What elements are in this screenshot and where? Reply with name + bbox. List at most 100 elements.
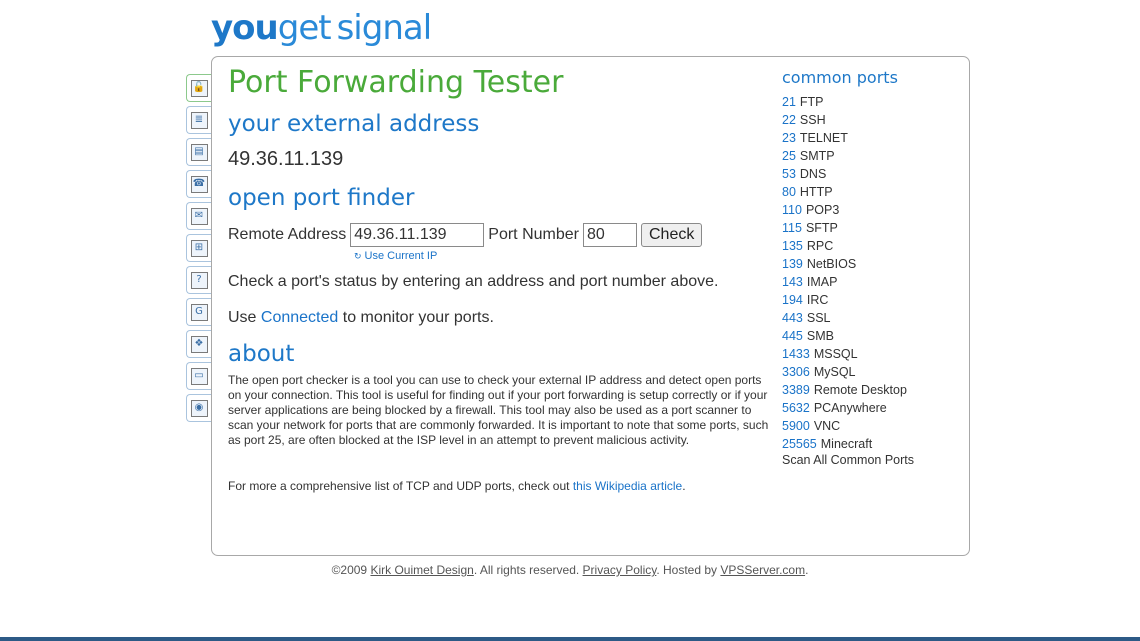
port-service: SSL [806,311,831,325]
port-link[interactable]: 135 [782,239,803,253]
port-link[interactable]: 3306 [782,365,810,379]
port-link[interactable]: 445 [782,329,803,343]
port-item-1433: 1433 MSSQL [782,345,907,363]
open-port-finder-heading: open port finder [228,185,415,211]
mail-icon: ✉ [190,207,208,225]
port-item-139: 139 NetBIOS [782,255,907,273]
sidebar-item-10[interactable]: ◉ [186,394,211,422]
port-link[interactable]: 115 [782,221,802,235]
port-service: Remote Desktop [813,383,907,397]
port-service: MySQL [813,365,856,379]
connected-link[interactable]: Connected [261,309,338,326]
sidebar-item-2[interactable]: ▤ [186,138,211,166]
main-panel: Port Forwarding Tester your external add… [211,56,970,556]
sidebar-item-1[interactable]: ≣ [186,106,211,134]
port-link[interactable]: 53 [782,167,796,181]
google-icon: G [190,303,208,321]
footer-end: . [805,563,809,577]
port-item-3306: 3306 MySQL [782,363,907,381]
site-logo[interactable]: youget signal [211,8,433,48]
logo-get: get [277,8,332,48]
port-service: TELNET [799,131,848,145]
about-heading: about [228,341,295,367]
port-link[interactable]: 1433 [782,347,810,361]
port-item-445: 445 SMB [782,327,907,345]
phone-icon: ☎ [190,175,208,193]
logo-signal: signal [336,8,433,48]
port-service: NetBIOS [806,257,857,271]
sidebar-item-9[interactable]: ▭ [186,362,211,390]
page-title: Port Forwarding Tester [228,65,564,100]
sidebar-item-8[interactable]: ❖ [186,330,211,358]
port-service: IMAP [806,275,838,289]
port-item-21: 21 FTP [782,93,907,111]
sidebar-item-5[interactable]: ⊞ [186,234,211,262]
port-service: IRC [806,293,829,307]
port-service: VNC [813,419,841,433]
bottom-border [0,637,1140,641]
port-service: SFTP [805,221,838,235]
port-service: SSH [799,113,826,127]
port-link[interactable]: 22 [782,113,796,127]
port-link[interactable]: 3389 [782,383,810,397]
globe-icon: ◉ [190,399,208,417]
port-item-135: 135 RPC [782,237,907,255]
sidebar-item-port-forwarding[interactable]: 🔓 [186,74,211,102]
port-link[interactable]: 5632 [782,401,810,415]
port-link[interactable]: 143 [782,275,803,289]
document-icon: ≣ [190,111,208,129]
remote-address-label: Remote Address [228,226,347,243]
port-service: POP3 [805,203,840,217]
port-service: HTTP [799,185,833,199]
footer: ©2009 Kirk Ouimet Design. All rights res… [0,563,1140,577]
port-item-22: 22 SSH [782,111,907,129]
port-link[interactable]: 194 [782,293,803,307]
sidebar-item-6[interactable]: ? [186,266,211,294]
check-button[interactable]: Check [640,223,703,247]
footer-host-link[interactable]: VPSServer.com [720,563,805,577]
use-current-ip-label: Use Current IP [364,250,438,262]
footer-author-link[interactable]: Kirk Ouimet Design [370,563,473,577]
help-icon: ? [190,271,208,289]
connected-suffix: to monitor your ports. [342,309,494,326]
common-ports-list: 21 FTP 22 SSH 23 TELNET 25 SMTP 53 DNS 80 HTTP… [782,93,907,453]
sidebar-item-3[interactable]: ☎ [186,170,211,198]
port-link[interactable]: 110 [782,203,802,217]
windows-icon: ❖ [190,335,208,353]
scan-all-ports-link[interactable]: Scan All Common Ports [782,453,914,467]
port-link[interactable]: 5900 [782,419,810,433]
footer-privacy-link[interactable]: Privacy Policy [583,563,657,577]
port-item-194: 194 IRC [782,291,907,309]
port-link[interactable]: 21 [782,95,796,109]
port-number-input[interactable] [582,223,637,247]
logo-you: you [211,8,279,48]
common-ports-heading: common ports [782,68,898,87]
port-item-115: 115 SFTP [782,219,907,237]
about-text: The open port checker is a tool you can … [228,373,769,447]
port-number-label: Port Number [488,226,579,243]
port-service: PCAnywhere [813,401,887,415]
sidebar-item-4[interactable]: ✉ [186,202,211,230]
port-item-443: 443 SSL [782,309,907,327]
use-current-ip-link[interactable]: ↻ Use Current IP [354,250,437,262]
port-link[interactable]: 80 [782,185,796,199]
network-icon: ⊞ [190,239,208,257]
port-link[interactable]: 25 [782,149,796,163]
port-link[interactable]: 443 [782,311,803,325]
wikipedia-link[interactable]: this Wikipedia article [573,479,682,493]
port-item-25: 25 SMTP [782,147,907,165]
port-link[interactable]: 23 [782,131,796,145]
external-address-heading: your external address [228,111,480,137]
port-service: FTP [799,95,824,109]
footer-rights: . All rights reserved. [473,563,580,577]
sidebar-item-7[interactable]: G [186,298,211,326]
refresh-icon: ↻ [354,252,362,262]
footer-hosted-by: . Hosted by [656,563,718,577]
connected-line: Use Connected to monitor your ports. [228,309,494,327]
port-service: MSSQL [813,347,858,361]
external-ip-value: 49.36.11.139 [228,148,344,170]
port-link[interactable]: 25565 [782,437,817,451]
remote-address-input[interactable] [350,223,485,247]
port-link[interactable]: 139 [782,257,803,271]
port-service: SMB [806,329,834,343]
